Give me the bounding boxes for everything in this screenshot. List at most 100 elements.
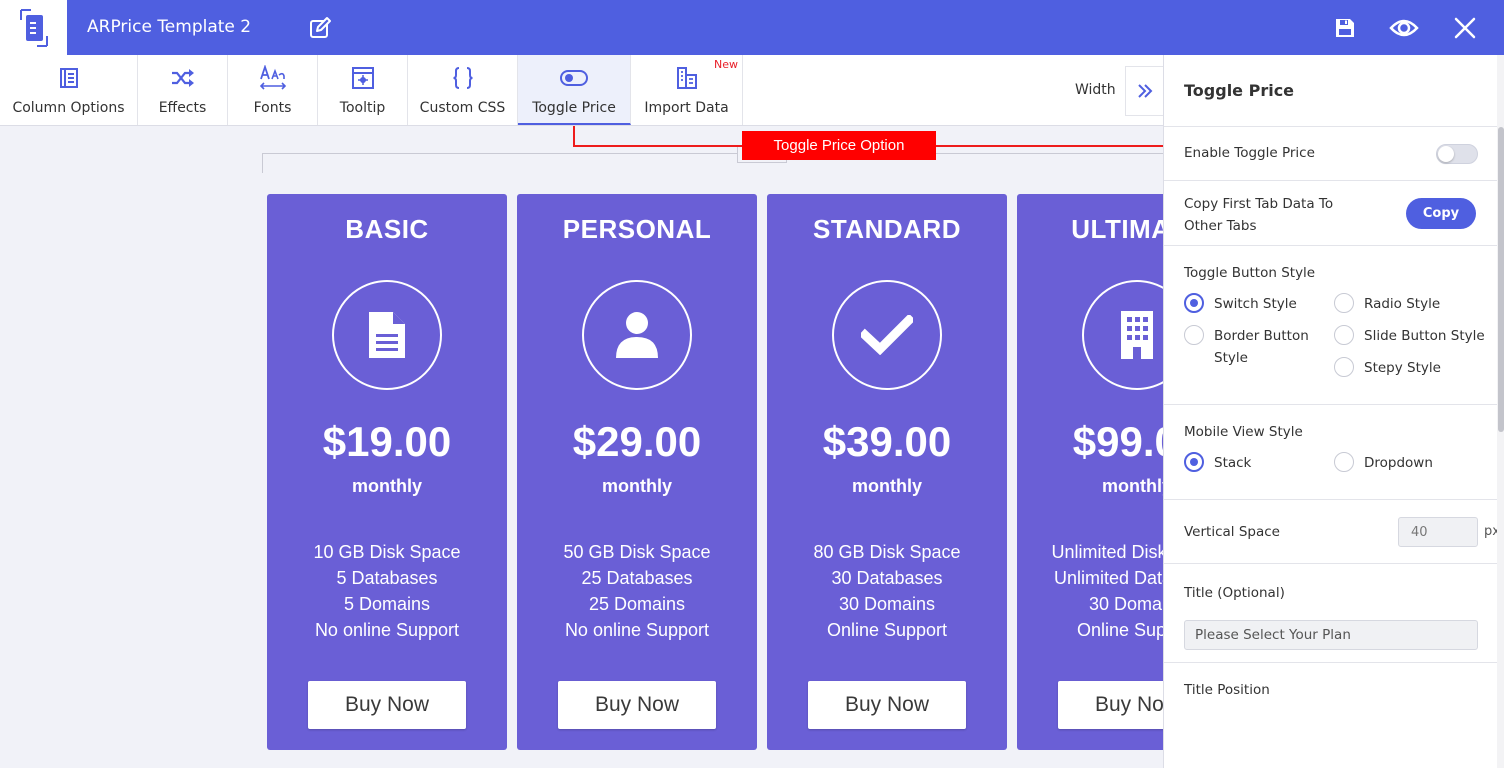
document-logo-icon[interactable] — [0, 0, 67, 55]
feature-item: No online Support — [564, 620, 710, 640]
radio-stepy-style[interactable]: Stepy Style — [1334, 357, 1441, 379]
eye-icon[interactable] — [1389, 13, 1419, 43]
scrollbar-thumb[interactable] — [1498, 127, 1504, 432]
tab-toggle-price[interactable]: Toggle Price — [518, 55, 631, 125]
toggle-button-style-label: Toggle Button Style — [1184, 265, 1316, 281]
check-icon — [832, 280, 942, 390]
vertical-space-section: Vertical Space px — [1164, 500, 1500, 564]
feature-item: 5 Databases — [336, 568, 438, 588]
column-title: STANDARD — [813, 214, 961, 244]
radio-label: Radio Style — [1364, 296, 1441, 312]
copy-button[interactable]: Copy — [1406, 198, 1476, 229]
canvas-frame-edge — [262, 153, 263, 173]
radio-label: Stepy Style — [1364, 360, 1441, 376]
buy-now-button[interactable]: Buy Now — [808, 681, 966, 729]
pricing-column-standard[interactable]: STANDARD $39.00 monthly 80 GB Disk Space… — [767, 194, 1007, 750]
toggle-button-style-section: Toggle Button Style Switch Style Radio S… — [1164, 246, 1497, 405]
panel-header: Toggle Price — [1164, 55, 1497, 127]
tab-label: Tooltip — [339, 100, 386, 116]
callout-connector — [573, 126, 575, 147]
title-position-label: Title Position — [1184, 682, 1270, 698]
shuffle-icon — [170, 65, 196, 91]
radio-indicator — [1184, 452, 1204, 472]
title-input[interactable] — [1184, 620, 1478, 650]
column-title: BASIC — [345, 214, 429, 244]
enable-toggle-switch[interactable] — [1436, 144, 1478, 164]
feature-item: 30 Domains — [838, 594, 936, 614]
buy-now-button[interactable]: Buy Now — [308, 681, 466, 729]
toggle-icon — [559, 65, 589, 91]
radio-label-line: Border Button — [1214, 328, 1309, 344]
panel-title: Toggle Price — [1184, 81, 1295, 100]
tab-label: Custom CSS — [419, 100, 506, 116]
pricing-column-personal[interactable]: PERSONAL $29.00 monthly 50 GB Disk Space… — [517, 194, 757, 750]
fonts-icon — [259, 65, 287, 91]
file-icon — [332, 280, 442, 390]
tab-custom-css[interactable]: Custom CSS — [408, 55, 518, 125]
tab-column-options[interactable]: Column Options — [0, 55, 138, 125]
mobile-view-style-label: Mobile View Style — [1184, 424, 1303, 440]
radio-label: Dropdown — [1364, 455, 1433, 471]
columns-icon — [59, 65, 79, 91]
app-title: ARPrice Template 2 — [87, 17, 252, 37]
new-badge: New — [714, 58, 738, 71]
radio-label: Stack — [1214, 455, 1252, 471]
pricing-column-basic[interactable]: BASIC $19.00 monthly 10 GB Disk Space 5 … — [267, 194, 507, 750]
feature-item: 5 Domains — [343, 594, 431, 614]
radio-stack[interactable]: Stack — [1184, 452, 1251, 474]
copy-data-label-line: Other Tabs — [1184, 218, 1257, 234]
tab-effects[interactable]: Effects — [138, 55, 228, 125]
radio-indicator — [1334, 357, 1354, 377]
editor-toolbar: Column Options Effects Fonts Tooltip Cus… — [0, 55, 1164, 126]
toggle-price-panel: Toggle Price Enable Toggle Price Copy Fi… — [1163, 55, 1504, 768]
double-chevron-right-icon — [1137, 84, 1152, 98]
panel-scrollbar[interactable] — [1497, 55, 1504, 768]
radio-slide-button-style[interactable]: Slide Button Style — [1334, 325, 1485, 347]
radio-border-button-style[interactable]: Border Button Style — [1184, 325, 1309, 369]
width-label: Width — [1075, 82, 1116, 98]
radio-indicator — [1334, 325, 1354, 345]
tab-import-data[interactable]: Import Data New — [631, 55, 743, 125]
title-optional-label: Title (Optional) — [1184, 585, 1285, 601]
tab-label: Effects — [158, 100, 207, 116]
close-icon[interactable] — [1450, 13, 1480, 43]
radio-indicator — [1334, 452, 1354, 472]
feature-list: 50 GB Disk Space 25 Databases 25 Domains… — [517, 539, 757, 643]
vertical-space-label: Vertical Space — [1184, 524, 1280, 540]
column-period: monthly — [602, 476, 672, 496]
enable-toggle-section: Enable Toggle Price — [1164, 127, 1497, 181]
tab-label: Toggle Price — [532, 100, 616, 116]
radio-indicator — [1334, 293, 1354, 313]
edit-icon[interactable] — [308, 16, 332, 40]
user-icon — [582, 280, 692, 390]
tab-fonts[interactable]: Fonts — [228, 55, 318, 125]
radio-label: Border Button Style — [1214, 325, 1309, 369]
feature-item: 30 Databases — [831, 568, 943, 588]
feature-list: 80 GB Disk Space 30 Databases 30 Domains… — [767, 539, 1007, 643]
tooltip-icon — [351, 65, 375, 91]
tab-label: Fonts — [253, 100, 292, 116]
radio-indicator — [1184, 293, 1204, 313]
title-position-section: Title Position — [1164, 663, 1497, 768]
vertical-space-input[interactable] — [1398, 517, 1478, 547]
column-title: PERSONAL — [562, 214, 712, 244]
title-optional-section: Title (Optional) — [1164, 564, 1497, 663]
radio-indicator — [1184, 325, 1204, 345]
radio-label-line: Style — [1214, 350, 1248, 366]
radio-dropdown[interactable]: Dropdown — [1334, 452, 1433, 474]
expand-panel-button[interactable] — [1125, 66, 1163, 116]
canvas-frame — [262, 153, 1164, 154]
save-icon[interactable] — [1330, 13, 1360, 43]
tab-tooltip[interactable]: Tooltip — [318, 55, 408, 125]
toggle-price-callout: Toggle Price Option — [742, 131, 936, 160]
mobile-view-style-section: Mobile View Style Stack Dropdown — [1164, 405, 1497, 500]
feature-item: 10 GB Disk Space — [313, 542, 461, 562]
callout-connector — [573, 145, 743, 147]
radio-switch-style[interactable]: Switch Style — [1184, 293, 1297, 315]
buy-now-button[interactable]: Buy Now — [558, 681, 716, 729]
feature-item: 50 GB Disk Space — [563, 542, 711, 562]
radio-radio-style[interactable]: Radio Style — [1334, 293, 1440, 315]
feature-item: Online Support — [826, 620, 948, 640]
tab-label: Column Options — [12, 100, 125, 116]
enable-toggle-label: Enable Toggle Price — [1184, 145, 1315, 161]
